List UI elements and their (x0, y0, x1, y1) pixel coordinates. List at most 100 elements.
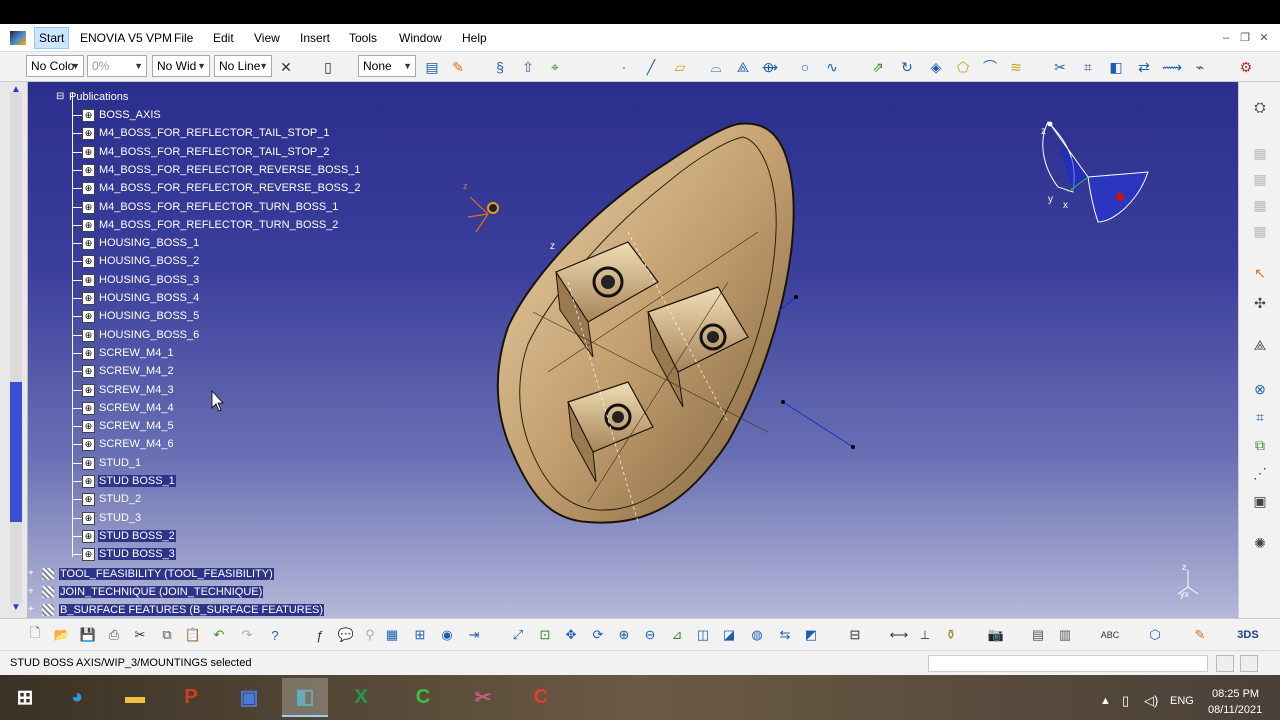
expand-icon[interactable]: + (28, 605, 38, 615)
save-icon[interactable]: 💾 (78, 625, 98, 645)
menu-tools[interactable]: Tools (349, 31, 377, 45)
sketch-icon[interactable]: § (490, 57, 510, 77)
publication-item[interactable]: ⊕ HOUSING_BOSS_1 (82, 235, 200, 251)
battery-icon[interactable]: ▯ (1122, 693, 1129, 709)
language-indicator[interactable]: ENG (1170, 695, 1194, 707)
fit-all-icon[interactable]: ⊡ (535, 625, 555, 645)
expand-icon[interactable]: + (28, 569, 38, 579)
fill-icon[interactable]: ⬠ (953, 57, 973, 77)
publication-item[interactable]: ⊕ SCREW_M4_6 (82, 436, 175, 452)
3d-viewport[interactable]: z y x z z z yx ⊟ Publications ⊕ BOSS_AXIS… (28, 82, 1238, 618)
publication-item[interactable]: ⊕ M4_BOSS_FOR_REFLECTOR_TAIL_STOP_1 (82, 125, 330, 141)
menu-insert[interactable]: Insert (300, 31, 330, 45)
publication-item[interactable]: ⊕ M4_BOSS_FOR_REFLECTOR_TURN_BOSS_2 (82, 217, 339, 233)
redo-icon[interactable]: ↷ (237, 625, 257, 645)
snipping-tool-icon[interactable]: ✂ (460, 678, 506, 717)
publication-item[interactable]: ⊕ HOUSING_BOSS_2 (82, 253, 200, 269)
publication-item[interactable]: ⊕ M4_BOSS_FOR_REFLECTOR_TAIL_STOP_2 (82, 144, 330, 160)
inertia-icon[interactable]: ⚱ (941, 625, 961, 645)
publication-item[interactable]: ⊕ BOSS_AXIS (82, 107, 162, 123)
publication-item[interactable]: ⊕ HOUSING_BOSS_5 (82, 308, 200, 324)
catia-taskbar-icon[interactable]: ◧ (282, 678, 328, 717)
publication-item[interactable]: ⊕ M4_BOSS_FOR_REFLECTOR_TURN_BOSS_1 (82, 199, 339, 215)
transform-icon[interactable]: ⇄ (1134, 57, 1154, 77)
publication-item[interactable]: ⊕ STUD_1 (82, 455, 142, 471)
menu-window[interactable]: Window (399, 31, 442, 45)
join-icon[interactable]: ≋ (1006, 57, 1026, 77)
measure-between-icon[interactable]: ⟷ (889, 625, 909, 645)
tray-chevron-icon[interactable]: ▲ (1100, 695, 1111, 707)
painter-icon[interactable]: ▤ (422, 57, 442, 77)
zoom-in-icon[interactable]: ⊕ (614, 625, 634, 645)
cache-icon[interactable]: ▤ (1028, 625, 1048, 645)
publication-item[interactable]: ⊕ STUD BOSS_2 (82, 528, 176, 544)
plane-icon[interactable]: ▱ (670, 57, 690, 77)
circle-icon[interactable]: ○ (795, 57, 815, 77)
offset-icon[interactable]: ⟴ (760, 57, 780, 77)
revolve-icon[interactable]: ↻ (897, 57, 917, 77)
fillet-icon[interactable]: ◧ (1106, 57, 1126, 77)
axis-icon[interactable]: ⌖ (545, 57, 565, 77)
brush-tool-icon[interactable]: ✎ (1190, 625, 1210, 645)
minimize-icon[interactable]: – (1220, 32, 1232, 44)
view-mode-icon[interactable]: ◪ (719, 625, 739, 645)
boundary-icon[interactable]: ⌁ (1190, 57, 1210, 77)
tree-scrollbar[interactable]: ▲ ▼ (0, 82, 28, 618)
layer-combo[interactable]: None ▼ (358, 55, 416, 77)
lighting-icon[interactable]: ◩ (801, 625, 821, 645)
camtasia-icon[interactable]: C (400, 678, 446, 717)
cut-icon[interactable]: ✂ (130, 625, 150, 645)
abc-icon[interactable]: ABC (1100, 625, 1120, 645)
fly-icon[interactable]: ⤢ (508, 625, 528, 645)
iso-view-icon[interactable]: ◫ (693, 625, 713, 645)
measure-icon[interactable]: ⊟ (845, 625, 865, 645)
publication-item[interactable]: ⊕ SCREW_M4_5 (82, 418, 175, 434)
scroll-up-icon[interactable]: ▲ (11, 84, 21, 95)
hide-show-icon[interactable]: ◍ (747, 625, 767, 645)
color-combo[interactable]: No Colo ▼ (26, 55, 84, 77)
file-explorer-icon[interactable]: ▬ (112, 678, 158, 717)
network-app-icon[interactable]: ▣ (226, 678, 272, 717)
xn-icon[interactable]: ⊗ (1249, 378, 1271, 400)
clock-date[interactable]: 08/11/2021 (1208, 704, 1262, 716)
scroll-down-icon[interactable]: ▼ (11, 602, 21, 613)
extrapolate-icon[interactable]: ⟿ (1162, 57, 1182, 77)
publication-item[interactable]: ⊕ HOUSING_BOSS_4 (82, 290, 200, 306)
windows-start-icon[interactable]: ⊞ (2, 678, 48, 717)
formula-icon[interactable]: ƒ (310, 625, 330, 645)
pad-icon[interactable]: ⇧ (518, 57, 538, 77)
publication-item[interactable]: ⊕ STUD_2 (82, 491, 142, 507)
projection-icon[interactable]: ⌓ (706, 57, 726, 77)
menu-view[interactable]: View (254, 31, 280, 45)
tree-node-join-technique[interactable]: + JOIN_TECHNIQUE (JOIN_TECHNIQUE) (28, 584, 264, 600)
zoom-out-icon[interactable]: ⊖ (640, 625, 660, 645)
help-icon[interactable]: ? (265, 625, 285, 645)
publication-item[interactable]: ⊕ SCREW_M4_1 (82, 345, 175, 361)
publications-node[interactable]: ⊟ Publications (56, 89, 129, 105)
paintbrush-icon[interactable]: ✎ (448, 57, 468, 77)
table-icon[interactable]: ▦ (382, 625, 402, 645)
publication-item[interactable]: ⊕ M4_BOSS_FOR_REFLECTOR_REVERSE_BOSS_2 (82, 180, 361, 196)
menu-file[interactable]: File (174, 31, 193, 45)
lamp-housing-model[interactable] (496, 122, 795, 524)
split-view-icon[interactable]: ⇥ (464, 625, 484, 645)
normal-view-icon[interactable]: ⊿ (667, 625, 687, 645)
sphere-icon[interactable]: ◉ (437, 625, 457, 645)
publication-item[interactable]: ⊕ HOUSING_BOSS_3 (82, 272, 200, 288)
publication-item[interactable]: ⊕ HOUSING_BOSS_6 (82, 327, 200, 343)
status-button[interactable] (1216, 655, 1234, 672)
workbench-switch-icon[interactable]: ⛭ (1249, 96, 1271, 118)
rotate-icon[interactable]: ⟳ (588, 625, 608, 645)
publication-item[interactable]: ⊕ STUD BOSS_1 (82, 473, 176, 489)
intersection-icon[interactable]: ⟁ (733, 57, 753, 77)
snap-icon[interactable]: ✣ (1249, 292, 1271, 314)
command-input[interactable] (928, 655, 1208, 672)
expand-icon[interactable]: + (28, 587, 38, 597)
tree-node-b-surface-features[interactable]: + B_SURFACE FEATURES (B_SURFACE FEATURES… (28, 602, 325, 618)
pattern-icon[interactable]: ⋰ (1249, 462, 1271, 484)
sweep-icon[interactable]: ◈ (926, 57, 946, 77)
scroll-thumb[interactable] (10, 382, 22, 522)
annotation-icon[interactable]: ⟁ (1249, 334, 1271, 356)
transparency-combo[interactable]: 0% ▼ (87, 55, 147, 77)
menu-help[interactable]: Help (462, 31, 487, 45)
